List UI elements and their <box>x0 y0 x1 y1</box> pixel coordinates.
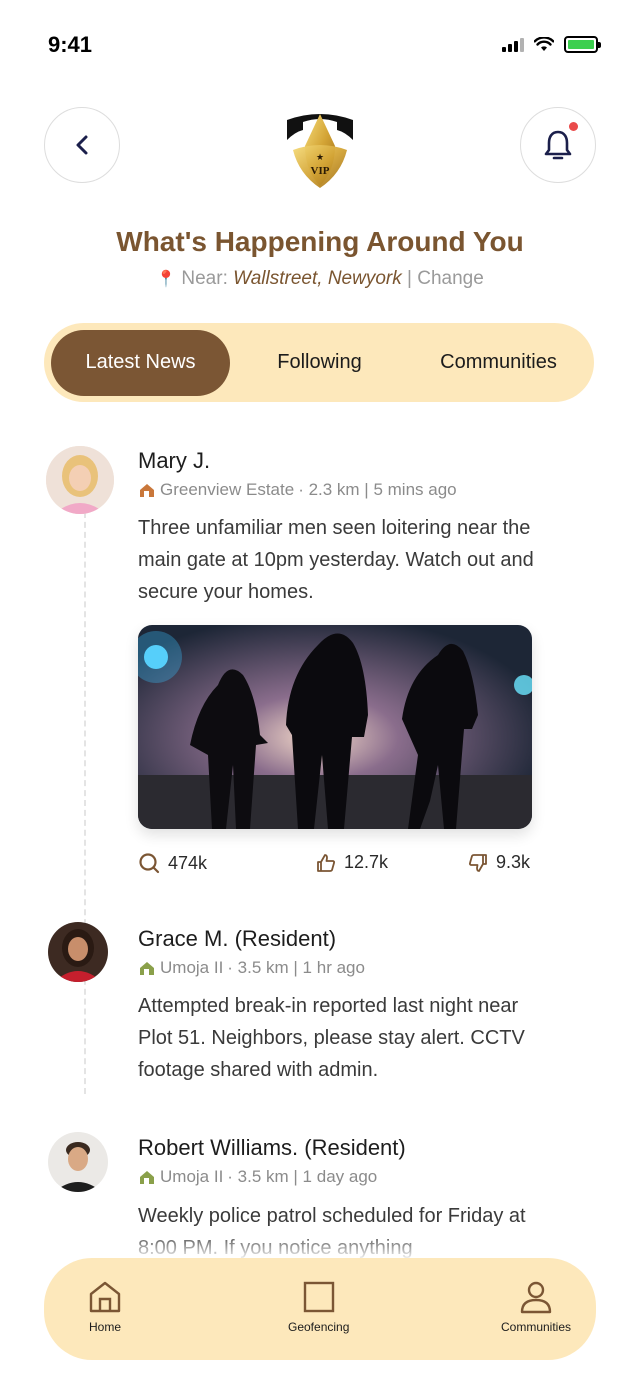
svg-text:VIP: VIP <box>311 165 330 177</box>
feed-tabs: Latest News Following Communities <box>44 323 594 402</box>
post-distance-time: · 2.3 km | 5 mins ago <box>298 480 457 499</box>
thumbs-up-icon <box>317 853 336 872</box>
notifications-button[interactable] <box>520 107 596 183</box>
post-distance-time: · 3.5 km | 1 day ago <box>227 1167 378 1186</box>
chevron-left-icon <box>76 135 88 155</box>
views-count: 474k <box>168 852 208 873</box>
post-image[interactable] <box>138 625 532 829</box>
status-icons <box>502 36 601 53</box>
post-text: Three unfamiliar men seen loitering near… <box>138 517 534 603</box>
nav-geofencing[interactable]: Geofencing <box>288 1280 349 1334</box>
location-line: 📍 Near: Wallstreet, Newyork | Change <box>0 268 640 290</box>
svg-text:★: ★ <box>316 152 324 162</box>
post-community[interactable]: Greenview Estate <box>160 480 294 500</box>
avatar[interactable] <box>48 922 108 982</box>
nav-communities-label: Communities <box>501 1320 572 1334</box>
post-meta: Umoja II · 3.5 km | 1 day ago <box>138 1167 377 1187</box>
wifi-icon <box>534 37 554 51</box>
square-icon <box>303 1281 334 1313</box>
house-icon <box>140 962 154 975</box>
bell-icon <box>544 130 572 160</box>
post-author[interactable]: Mary J. <box>138 448 210 474</box>
vip-shield-logo: ★ VIP <box>287 114 353 188</box>
avatar[interactable] <box>46 446 114 514</box>
views-stat[interactable]: 474k <box>138 852 207 874</box>
search-icon <box>139 853 160 874</box>
page-title: What's Happening Around You <box>116 226 524 257</box>
signal-icon <box>502 37 524 52</box>
likes-count: 12.7k <box>344 852 389 872</box>
post-meta: Greenview Estate · 2.3 km | 5 mins ago <box>138 480 457 500</box>
location-prefix: Near: <box>181 268 228 289</box>
house-icon <box>140 484 154 497</box>
notification-badge <box>569 122 578 131</box>
tab-communities[interactable]: Communities <box>409 330 588 396</box>
post-author[interactable]: Grace M. (Resident) <box>138 926 336 952</box>
avatar[interactable] <box>48 1132 108 1192</box>
post-stats: 474k 12.7k 9.3k <box>138 852 532 878</box>
post-community[interactable]: Umoja II <box>160 1167 223 1187</box>
post-author[interactable]: Robert Williams. (Resident) <box>138 1135 406 1161</box>
change-location-link[interactable]: Change <box>417 268 484 289</box>
back-button[interactable] <box>44 107 120 183</box>
post-meta: Umoja II · 3.5 km | 1 hr ago <box>138 958 365 978</box>
likes-stat[interactable]: 12.7k <box>316 852 388 873</box>
map-pin-icon: 📍 <box>156 271 177 288</box>
nav-home-label: Home <box>88 1320 121 1334</box>
scroll-fade <box>0 1232 640 1258</box>
post-distance-time: · 3.5 km | 1 hr ago <box>227 958 365 977</box>
nav-geofencing-label: Geofencing <box>288 1320 350 1334</box>
status-time: 9:41 <box>48 32 93 57</box>
battery-icon <box>564 36 601 53</box>
post-community[interactable]: Umoja II <box>160 958 223 978</box>
thumbs-down-icon <box>468 853 487 872</box>
bottom-navigation: Home Geofencing Communities <box>44 1258 596 1360</box>
status-bar: 9:41 <box>0 0 640 90</box>
location-value: Wallstreet, Newyork <box>233 268 402 289</box>
timeline-connector <box>84 512 86 1094</box>
tab-latest-news[interactable]: Latest News <box>51 329 230 396</box>
house-icon <box>140 1171 154 1184</box>
location-separator: | <box>407 268 412 289</box>
nav-communities[interactable]: Communities <box>501 1280 571 1334</box>
nav-home[interactable]: Home <box>88 1280 122 1334</box>
tab-following[interactable]: Following <box>230 330 409 396</box>
post-text: Attempted break-in reported last night n… <box>138 995 525 1081</box>
user-icon <box>520 1281 552 1314</box>
dislikes-count: 9.3k <box>496 852 531 872</box>
home-icon <box>89 1281 121 1313</box>
dislikes-stat[interactable]: 9.3k <box>468 852 530 873</box>
